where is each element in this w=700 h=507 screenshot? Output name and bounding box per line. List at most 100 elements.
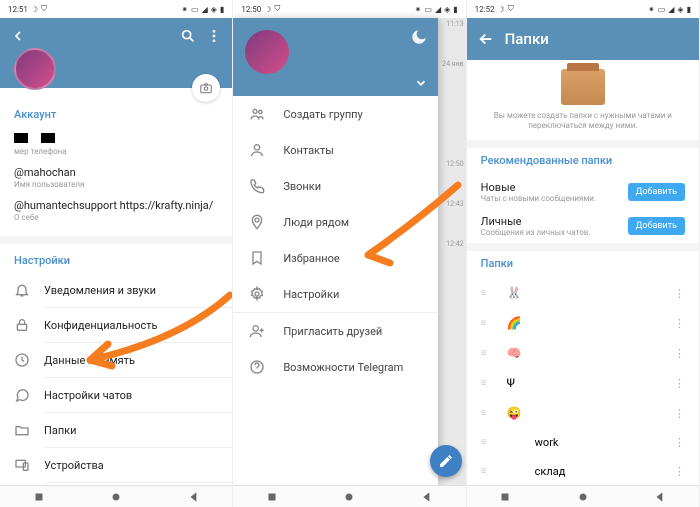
folder-row[interactable]: ≡🌈⋮ <box>467 308 699 338</box>
drawer-item-calls[interactable]: Звонки <box>233 168 438 204</box>
section-label-settings: Настройки <box>14 254 218 267</box>
bio-field[interactable]: @humantechsupport https://krafty.ninja/ … <box>14 193 218 226</box>
drag-handle-icon[interactable]: ≡ <box>481 288 493 299</box>
more-icon[interactable]: ⋮ <box>674 436 685 449</box>
nav-home-icon[interactable] <box>576 490 590 504</box>
rec-title: Личные <box>481 215 620 228</box>
folders-description: Вы можете создать папки с нужными чатами… <box>475 111 691 132</box>
avatar[interactable] <box>14 48 56 90</box>
username-field[interactable]: @mahochan Имя пользователя <box>14 160 218 193</box>
divider <box>467 243 699 251</box>
settings-item-data[interactable]: Данные и память <box>0 343 232 377</box>
bg-time: 11:13 <box>438 18 466 58</box>
username-hint: Имя пользователя <box>14 180 218 189</box>
chevron-down-icon[interactable] <box>414 76 428 90</box>
phone-hint: мер телефона <box>14 147 218 156</box>
folder-emoji: 🐰 <box>507 286 521 300</box>
nav-back-icon[interactable] <box>187 490 201 504</box>
item-label: Устройства <box>44 459 104 472</box>
nav-back-icon[interactable] <box>420 490 434 504</box>
drawer-item-features[interactable]: Возможности Telegram <box>233 349 438 385</box>
rec-subtitle: Чаты с новыми сообщениями. <box>481 194 620 203</box>
status-time: 12:50 <box>241 5 261 14</box>
nav-back-icon[interactable] <box>653 490 667 504</box>
page-title: Папки <box>505 30 689 48</box>
bio-hint: О себе <box>14 213 218 222</box>
drawer-item-saved[interactable]: Избранное <box>233 240 438 276</box>
folder-emoji: 🧠 <box>507 346 521 360</box>
nearby-icon <box>249 214 265 230</box>
recommended-folder-new: Новые Чаты с новыми сообщениями. Добавит… <box>467 175 699 209</box>
folder-row[interactable]: ≡склад⋮ <box>467 457 699 486</box>
screenshot-settings: 12:51 ☽ ⛉ ⁕ ▭ ◢ ◈ ▮ <box>0 0 233 507</box>
more-icon[interactable]: ⋮ <box>674 317 685 330</box>
signal-icon: ◢ <box>202 5 208 14</box>
folder-row[interactable]: ≡Ψ⋮ <box>467 368 699 398</box>
nav-recent-icon[interactable] <box>32 490 46 504</box>
phone-field[interactable]: мер телефона <box>14 127 218 160</box>
wifi-icon: ◈ <box>211 5 217 14</box>
compose-fab[interactable] <box>430 445 462 477</box>
settings-item-notifications[interactable]: Уведомления и звуки <box>0 273 232 307</box>
chat-icon <box>14 387 30 403</box>
folder-name: work <box>535 436 660 449</box>
nav-recent-icon[interactable] <box>498 490 512 504</box>
drawer-item-invite[interactable]: Пригласить друзей <box>233 313 438 349</box>
more-icon[interactable]: ⋮ <box>674 347 685 360</box>
folder-row[interactable]: ≡ 🐰 ⋮ <box>467 278 699 308</box>
redacted-block <box>14 133 28 143</box>
status-time: 12:52 <box>475 5 495 14</box>
drag-handle-icon[interactable]: ≡ <box>481 408 493 419</box>
nav-home-icon[interactable] <box>109 490 123 504</box>
drag-handle-icon[interactable]: ≡ <box>481 437 493 448</box>
bluetooth-icon: ⁕ <box>415 5 422 14</box>
volte-icon: ▭ <box>191 5 199 14</box>
back-icon[interactable] <box>10 28 26 44</box>
drag-handle-icon[interactable]: ≡ <box>481 378 493 389</box>
drawer-item-new-group[interactable]: Создать группу <box>233 96 438 132</box>
item-label: Создать группу <box>283 108 362 121</box>
settings-item-devices[interactable]: Устройства <box>0 448 232 482</box>
settings-item-folders[interactable]: Папки <box>0 413 232 447</box>
item-label: Пригласить друзей <box>283 325 382 338</box>
account-section: Аккаунт мер телефона @mahochan Имя польз… <box>0 88 232 236</box>
folder-row[interactable]: ≡ 🧠 ⋮ <box>467 338 699 368</box>
divider <box>467 140 699 148</box>
more-icon[interactable]: ⋮ <box>674 407 685 420</box>
nav-recent-icon[interactable] <box>265 490 279 504</box>
search-icon[interactable] <box>180 28 196 44</box>
section-label-recommended: Рекомендованные папки <box>481 154 685 167</box>
moon-icon: ☽ <box>498 5 505 14</box>
back-icon[interactable] <box>477 30 495 48</box>
moon-icon: ☽ <box>264 5 271 14</box>
avatar[interactable] <box>245 30 289 74</box>
folders-illustration: Вы можете создать папки с нужными чатами… <box>467 60 699 140</box>
night-mode-icon[interactable] <box>410 28 428 46</box>
more-icon[interactable]: ⋮ <box>674 377 685 390</box>
folder-emoji: 😜 <box>507 406 521 420</box>
rec-subtitle: Сообщения из личных чатов. <box>481 228 620 237</box>
wifi-icon: ◈ <box>444 5 450 14</box>
drawer-item-nearby[interactable]: Люди рядом <box>233 204 438 240</box>
username-value: @mahochan <box>14 166 218 179</box>
drawer-item-contacts[interactable]: Контакты <box>233 132 438 168</box>
battery-icon: ▮ <box>453 5 457 14</box>
settings-item-chat[interactable]: Настройки чатов <box>0 378 232 412</box>
add-button[interactable]: Добавить <box>628 217 685 235</box>
add-button[interactable]: Добавить <box>628 183 685 201</box>
more-icon[interactable]: ⋮ <box>674 465 685 478</box>
drag-handle-icon[interactable]: ≡ <box>481 348 493 359</box>
more-icon[interactable]: ⋮ <box>674 287 685 300</box>
folder-row[interactable]: ≡ work ⋮ <box>467 428 699 457</box>
drag-handle-icon[interactable]: ≡ <box>481 466 493 477</box>
settings-item-privacy[interactable]: Конфиденциальность <box>0 308 232 342</box>
more-icon[interactable] <box>206 28 222 44</box>
folder-graphic <box>561 69 605 105</box>
drawer-item-settings[interactable]: Настройки <box>233 276 438 312</box>
dim-chat-background: 11:13 24 янв 12:50 12:43 12:42 <box>438 18 466 485</box>
bg-time: 12:50 <box>438 158 466 198</box>
folder-row[interactable]: ≡ 😜 ⋮ <box>467 398 699 428</box>
nav-home-icon[interactable] <box>342 490 356 504</box>
rec-title: Новые <box>481 181 620 194</box>
drag-handle-icon[interactable]: ≡ <box>481 318 493 329</box>
